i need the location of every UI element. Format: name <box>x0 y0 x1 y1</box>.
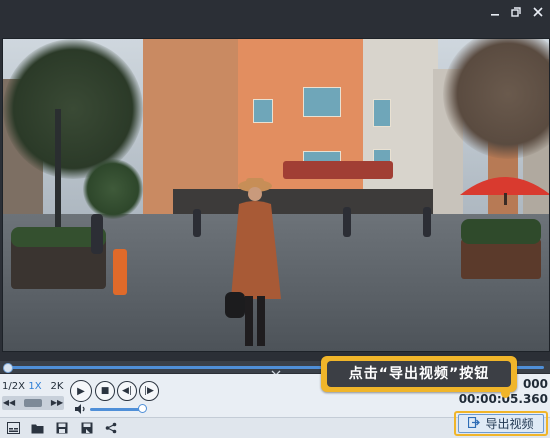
export-video-label: 导出视频 <box>485 417 534 431</box>
video-pedestrian <box>423 207 431 237</box>
video-editor-window: 1/2X 1X 2K ◀◀ ▶▶ ▶ ■ ◀| |▶ 000 00:00:05.… <box>0 0 550 438</box>
video-post <box>113 249 127 295</box>
speed-1x[interactable]: 1X <box>24 379 46 395</box>
volume-icon[interactable] <box>74 404 86 414</box>
video-hedge <box>461 219 541 244</box>
title-bar <box>0 0 550 24</box>
next-frame-icon[interactable]: |▶ <box>139 381 159 401</box>
speed-2x[interactable]: 2K <box>46 379 68 395</box>
speed-half[interactable]: 1/2X <box>2 379 25 395</box>
speed-selector: 1/2X 1X 2K <box>2 379 68 395</box>
volume-knob[interactable] <box>138 404 147 413</box>
video-pedestrian <box>343 207 351 237</box>
save-icon[interactable] <box>55 421 69 435</box>
save-as-icon[interactable] <box>80 421 94 435</box>
speed-slider[interactable]: ◀◀ ▶▶ <box>2 396 64 410</box>
rewind-icon[interactable]: ◀◀ <box>2 396 16 410</box>
callout-text: 点击“导出视频”按钮 <box>327 361 511 387</box>
play-icon[interactable]: ▶ <box>70 380 92 402</box>
restore-icon[interactable] <box>507 3 525 21</box>
video-window <box>373 99 391 127</box>
video-pedestrian <box>91 214 103 254</box>
video-tree <box>3 39 143 179</box>
volume-slider[interactable] <box>90 408 144 411</box>
close-icon[interactable] <box>529 3 547 21</box>
video-pedestrian <box>193 209 201 237</box>
export-icon <box>468 416 481 431</box>
minimize-icon[interactable] <box>486 3 504 21</box>
timeline-playhead[interactable] <box>3 363 13 373</box>
video-awning <box>283 161 393 179</box>
video-umbrella <box>460 177 549 205</box>
open-folder-icon[interactable] <box>30 421 44 435</box>
previous-frame-icon[interactable]: ◀| <box>117 381 137 401</box>
video-preview[interactable] <box>2 38 550 352</box>
video-window <box>253 99 273 123</box>
subtitle-icon[interactable] <box>6 421 20 435</box>
video-window <box>303 87 341 117</box>
stop-icon[interactable]: ■ <box>95 381 115 401</box>
fast-forward-icon[interactable]: ▶▶ <box>50 396 64 410</box>
video-person <box>225 178 281 346</box>
speed-slider-knob[interactable] <box>24 399 42 407</box>
video-tree <box>83 159 143 219</box>
tutorial-callout: 点击“导出视频”按钮 <box>321 356 517 392</box>
video-planter <box>461 239 541 279</box>
share-icon[interactable] <box>104 421 118 435</box>
export-video-button[interactable]: 导出视频 <box>458 414 544 433</box>
callout-pointer <box>501 389 510 398</box>
